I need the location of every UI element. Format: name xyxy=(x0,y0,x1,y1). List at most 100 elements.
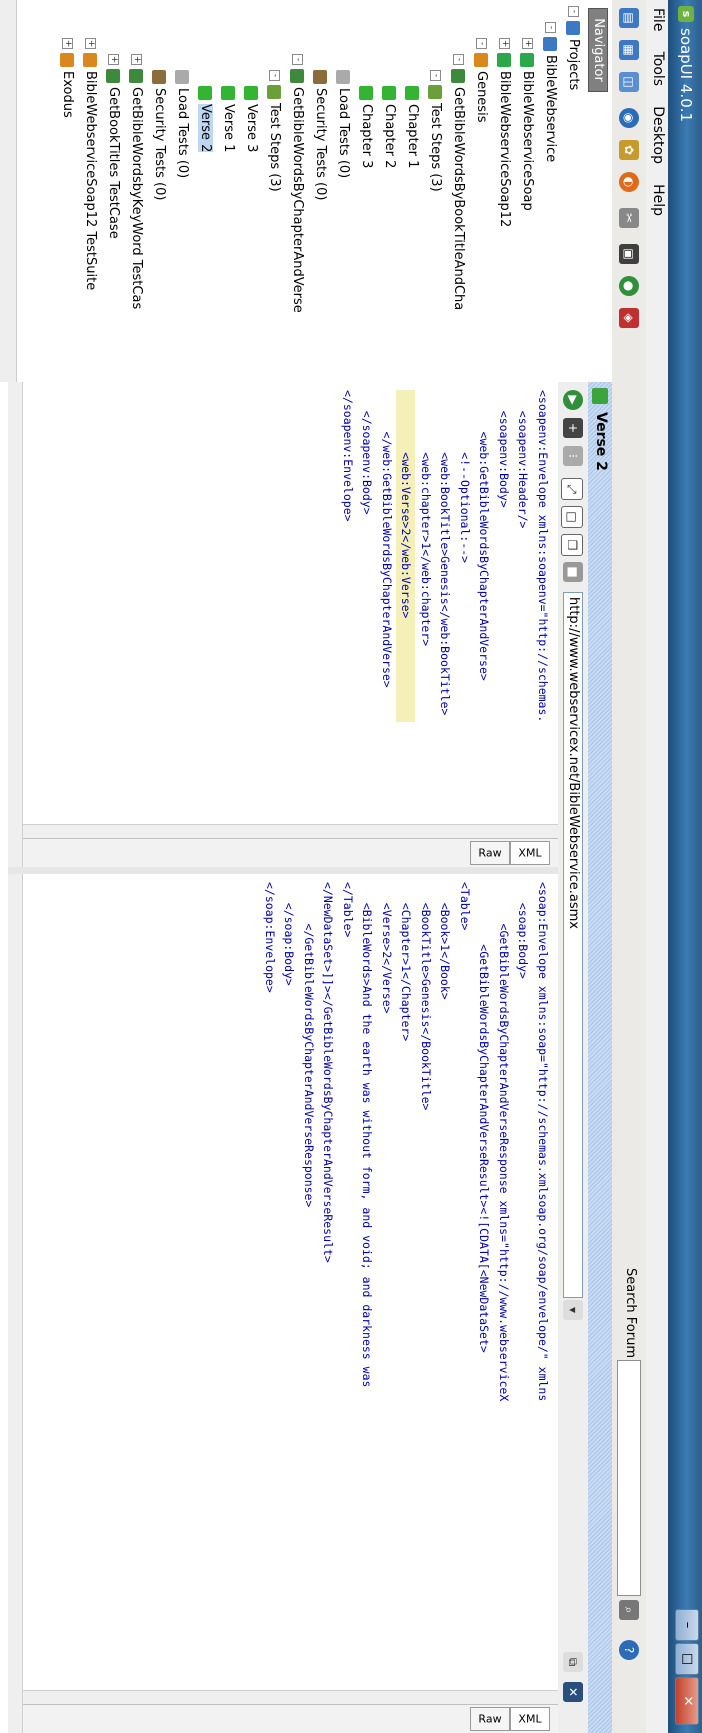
tree-node[interactable]: Security Tests (0) xyxy=(311,70,329,200)
endpoint-dropdown-icon[interactable]: ▾ xyxy=(563,1300,583,1320)
expand-icon[interactable]: + xyxy=(85,38,96,49)
request-vertical-scrollbar[interactable] xyxy=(8,824,558,839)
collapse-icon[interactable]: - xyxy=(568,6,579,17)
tabbed-view-icon[interactable]: ❐ xyxy=(561,534,583,556)
navigator-tab[interactable]: Navigator xyxy=(588,8,608,92)
tree-node-label: Test Steps (3) xyxy=(267,103,282,192)
search-go-icon[interactable]: ⌕ xyxy=(619,1600,639,1620)
expand-icon[interactable]: + xyxy=(522,38,533,49)
endpoint-field[interactable]: http://www.webservicex.net/BibleWebservi… xyxy=(563,592,583,1298)
stop-icon[interactable]: ■ xyxy=(563,562,583,582)
tree-node[interactable]: + BibleWebserviceSoap12 TestSuite xyxy=(81,38,99,290)
tree-node[interactable]: - GetBibleWordsByBookTitleAndCha xyxy=(449,54,467,310)
request-raw-tab[interactable]: Raw xyxy=(470,841,510,865)
tree-node[interactable]: - Test Steps (3) xyxy=(265,70,283,192)
menu-tools[interactable]: Tools xyxy=(648,44,668,95)
response-horizontal-scrollbar[interactable] xyxy=(8,874,23,1733)
collapse-icon[interactable]: - xyxy=(476,38,487,49)
tree-node[interactable]: Load Tests (0) xyxy=(173,70,191,178)
minimize-button[interactable]: – xyxy=(675,1609,699,1641)
tree-node[interactable]: + BibleWebserviceSoap xyxy=(518,38,536,211)
tree-node[interactable]: + Exodus xyxy=(58,38,76,118)
online-help-icon[interactable]: ◐ xyxy=(619,172,639,192)
expand-icon[interactable]: + xyxy=(131,54,142,65)
request-xml-tab[interactable]: XML xyxy=(510,841,550,865)
tree-node-label: Security Tests (0) xyxy=(152,88,167,201)
testcase-icon xyxy=(106,69,121,83)
save-all-icon[interactable]: ◫ xyxy=(619,72,639,92)
preferences-icon[interactable]: ✂ xyxy=(619,208,639,228)
editor-splitter[interactable] xyxy=(8,867,558,874)
expand-icon[interactable]: + xyxy=(108,54,119,65)
run-icon[interactable]: ● xyxy=(619,276,639,296)
proxy-icon[interactable]: ▣ xyxy=(619,244,639,264)
tree-node[interactable]: + GetBibleWordsbyKeyWord TestCas xyxy=(127,54,145,309)
response-xml[interactable]: <soap:Envelope xmlns:soap="http://schema… xyxy=(260,882,553,1401)
tree-node[interactable]: Load Tests (0) xyxy=(334,70,352,178)
request-editor: Verse 2 ▶ + ⁝ ⤢ □ ❐ ■ http://www.webserv… xyxy=(0,382,612,1733)
tree-node-label: Chapter 2 xyxy=(382,104,397,169)
new-project-icon[interactable]: ▤ xyxy=(619,8,639,28)
import-project-icon[interactable]: ▦ xyxy=(619,40,639,60)
tree-node[interactable]: - Projects xyxy=(564,6,582,90)
trial-icon[interactable]: ✿ xyxy=(619,140,639,160)
collapse-icon[interactable]: - xyxy=(430,70,441,81)
menu-desktop[interactable]: Desktop xyxy=(648,98,668,172)
menu-file[interactable]: File xyxy=(648,0,668,39)
tree-node[interactable]: Chapter 1 xyxy=(403,86,421,168)
navigator-horizontal-scrollbar[interactable] xyxy=(0,0,17,382)
soapui-logo-icon: s xyxy=(678,6,694,22)
maximize-editor-icon[interactable]: ⤢ xyxy=(561,478,583,500)
xml-line: <soap:Body> xyxy=(516,882,531,979)
screen: s soapUI 4.0.1 – □ ✕ File Tools Desktop … xyxy=(0,0,702,1733)
editor-close-icon[interactable]: ✕ xyxy=(563,1682,583,1702)
close-button[interactable]: ✕ xyxy=(675,1677,699,1725)
projects-icon xyxy=(566,21,581,35)
submit-request-icon[interactable]: ▶ xyxy=(563,390,583,410)
create-mock-icon[interactable]: ⁝ xyxy=(563,446,583,466)
expand-icon[interactable]: + xyxy=(62,38,73,49)
collapse-icon[interactable]: - xyxy=(545,22,556,33)
tree-node[interactable]: - Genesis xyxy=(472,38,490,122)
tree-node[interactable]: Security Tests (0) xyxy=(150,70,168,200)
editor-title: Verse 2 xyxy=(593,412,609,471)
xml-line: <soapenv:Header/> xyxy=(516,390,531,529)
tree-node[interactable]: + GetBookTitles TestCase xyxy=(104,54,122,239)
tree-node[interactable]: - BibleWebservice xyxy=(541,22,559,162)
response-xml-tab[interactable]: XML xyxy=(510,1707,550,1731)
tree-node[interactable]: Chapter 2 xyxy=(380,86,398,168)
collapse-icon[interactable]: - xyxy=(269,70,280,81)
add-assertion-icon[interactable]: + xyxy=(563,418,583,438)
tree-node[interactable]: - Test Steps (3) xyxy=(426,70,444,192)
title-bar: s soapUI 4.0.1 – □ ✕ xyxy=(668,0,702,1733)
tree-node[interactable]: Verse 1 xyxy=(219,86,237,152)
split-view-icon[interactable]: □ xyxy=(561,506,583,528)
collapse-icon[interactable]: - xyxy=(292,54,303,65)
tree-node-label: Security Tests (0) xyxy=(313,88,328,201)
tree-node[interactable]: Chapter 3 xyxy=(357,86,375,168)
editor-undock-icon[interactable]: ⧉ xyxy=(563,1652,583,1672)
exit-icon[interactable]: ◈ xyxy=(619,308,639,328)
collapse-icon[interactable]: - xyxy=(453,54,464,65)
xml-line: <Chapter>1</Chapter> xyxy=(399,882,414,1042)
forum-icon[interactable]: ◉ xyxy=(619,108,639,128)
expand-icon[interactable]: + xyxy=(499,38,510,49)
tree-node[interactable]: + BibleWebserviceSoap12 xyxy=(495,38,513,227)
search-forum-input[interactable] xyxy=(617,1360,641,1596)
maximize-button[interactable]: □ xyxy=(675,1643,699,1675)
response-raw-tab[interactable]: Raw xyxy=(470,1707,510,1731)
request-xml[interactable]: <soapenv:Envelope xmlns:soapenv="http://… xyxy=(338,390,553,723)
menu-help[interactable]: Help xyxy=(648,176,668,224)
soap-request-icon xyxy=(198,86,213,100)
tree-node-label: Chapter 1 xyxy=(405,104,420,169)
xml-line: <soapenv:Body> xyxy=(497,390,511,508)
soap-request-icon xyxy=(359,86,374,100)
tree-node[interactable]: Verse 3 xyxy=(242,86,260,152)
help-icon[interactable]: ? xyxy=(619,1640,639,1660)
loadtest-icon xyxy=(175,70,190,84)
request-horizontal-scrollbar[interactable] xyxy=(8,382,23,867)
interface-icon xyxy=(520,53,535,67)
response-vertical-scrollbar[interactable] xyxy=(8,1690,558,1705)
tree-node[interactable]: Verse 2 xyxy=(196,86,214,153)
tree-node[interactable]: - GetBibleWordsByChapterAndVerse xyxy=(288,54,306,313)
